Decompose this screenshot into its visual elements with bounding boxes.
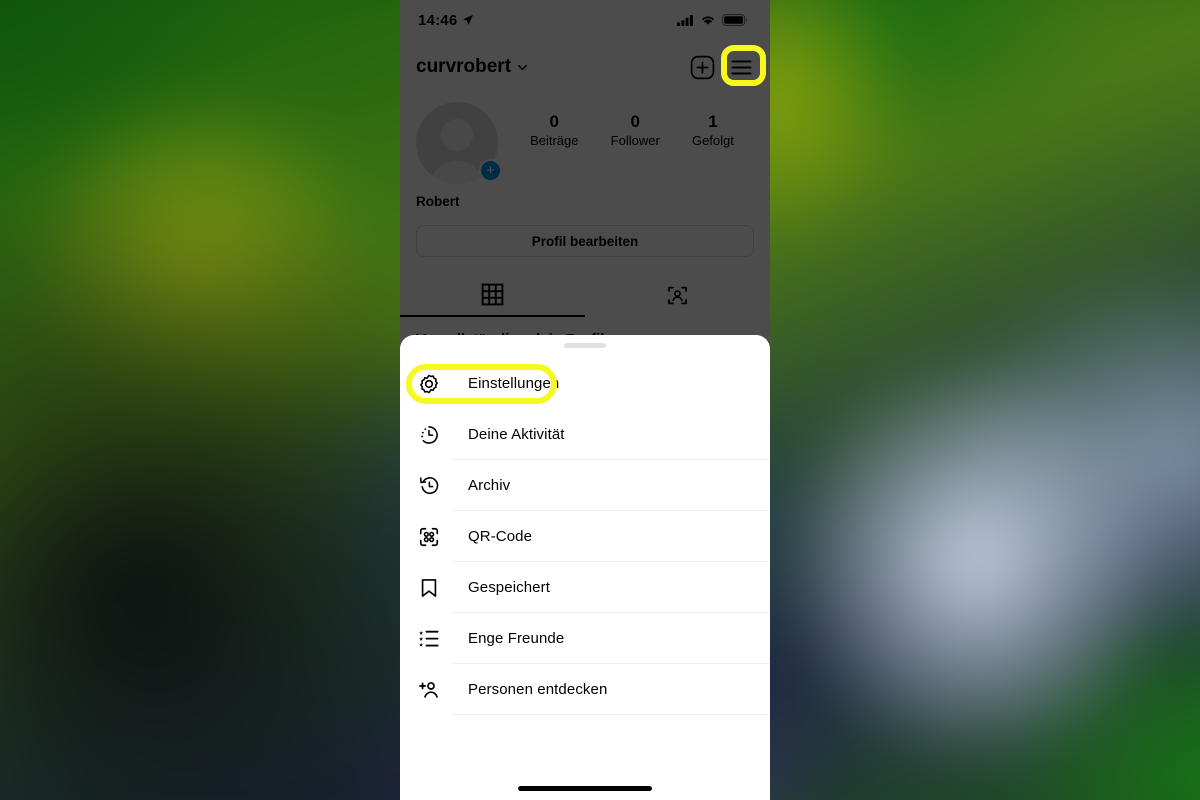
stat-value: 1 xyxy=(708,112,718,131)
menu-item-label: Personen entdecken xyxy=(468,681,608,698)
status-indicators xyxy=(677,14,748,26)
close-friends-list-icon xyxy=(416,626,442,652)
archive-clock-back-icon xyxy=(416,473,442,499)
menu-item-enge-freunde[interactable]: Enge Freunde xyxy=(400,613,770,664)
edit-profile-button[interactable]: Profil bearbeiten xyxy=(416,225,754,257)
add-photo-badge[interactable]: + xyxy=(479,159,502,182)
tab-grid[interactable] xyxy=(400,273,585,317)
gear-settings-icon xyxy=(416,371,442,397)
bookmark-icon xyxy=(416,575,442,601)
stat-label: Gefolgt xyxy=(691,133,734,148)
status-time-group: 14:46 xyxy=(418,12,474,29)
tagged-person-icon xyxy=(668,286,687,304)
location-arrow-icon xyxy=(463,15,474,25)
profile-real-name: Robert xyxy=(416,194,460,209)
hamburger-menu-icon[interactable] xyxy=(729,55,754,80)
menu-separator xyxy=(452,714,770,715)
add-plus-square-icon[interactable] xyxy=(690,55,715,80)
tab-tagged[interactable] xyxy=(585,273,770,317)
header-actions xyxy=(690,55,754,80)
home-indicator xyxy=(518,786,652,791)
username-label: curvrobert xyxy=(416,56,512,77)
phone-viewport: 14:46 curvrobert + 0 Beiträge 0 Follower… xyxy=(400,0,770,800)
menu-item-archiv[interactable]: Archiv xyxy=(400,460,770,511)
activity-clock-icon xyxy=(416,422,442,448)
status-bar: 14:46 xyxy=(400,0,770,40)
username-switcher[interactable]: curvrobert xyxy=(416,56,529,78)
menu-item-label: Enge Freunde xyxy=(468,630,565,647)
profile-menu-sheet: Einstellungen Deine Aktivität Archiv QR-… xyxy=(400,335,770,800)
profile-header: curvrobert xyxy=(400,40,770,94)
wifi-icon xyxy=(702,16,714,25)
menu-item-qr-code[interactable]: QR-Code xyxy=(400,511,770,562)
menu-item-personen-entdecken[interactable]: Personen entdecken xyxy=(400,664,770,715)
avatar-head-shape xyxy=(441,119,473,151)
profile-tabs xyxy=(400,273,770,317)
stat-label: Beiträge xyxy=(530,133,579,148)
menu-item-label: Einstellungen xyxy=(468,375,560,392)
stat-followers[interactable]: 0 Follower xyxy=(611,112,660,150)
qr-code-icon xyxy=(416,524,442,550)
stat-following[interactable]: 1 Gefolgt xyxy=(692,112,734,150)
stat-label: Follower xyxy=(610,133,660,148)
grid-icon xyxy=(481,283,504,305)
status-time: 14:46 xyxy=(418,11,458,29)
stat-value: 0 xyxy=(630,112,640,131)
menu-item-label: Deine Aktivität xyxy=(468,426,565,443)
battery-icon xyxy=(722,14,748,26)
menu-item-deine-aktivitaet[interactable]: Deine Aktivität xyxy=(400,409,770,460)
cellular-signal-icon xyxy=(677,14,693,26)
avatar-body-shape xyxy=(429,161,485,184)
menu-item-label: Archiv xyxy=(468,477,511,494)
menu-item-label: Gespeichert xyxy=(468,579,550,596)
menu-item-einstellungen[interactable]: Einstellungen xyxy=(400,358,770,409)
chevron-down-icon xyxy=(518,64,527,70)
profile-summary: + 0 Beiträge 0 Follower 1 Gefolgt xyxy=(400,94,770,184)
stat-posts[interactable]: 0 Beiträge xyxy=(530,112,578,150)
menu-item-gespeichert[interactable]: Gespeichert xyxy=(400,562,770,613)
menu-item-label: QR-Code xyxy=(468,528,533,545)
add-person-icon xyxy=(416,677,442,703)
profile-stats: 0 Beiträge 0 Follower 1 Gefolgt xyxy=(498,102,754,150)
avatar-with-add-badge[interactable]: + xyxy=(416,102,502,184)
stat-value: 0 xyxy=(549,112,560,131)
menu-list: Einstellungen Deine Aktivität Archiv QR-… xyxy=(400,348,770,715)
